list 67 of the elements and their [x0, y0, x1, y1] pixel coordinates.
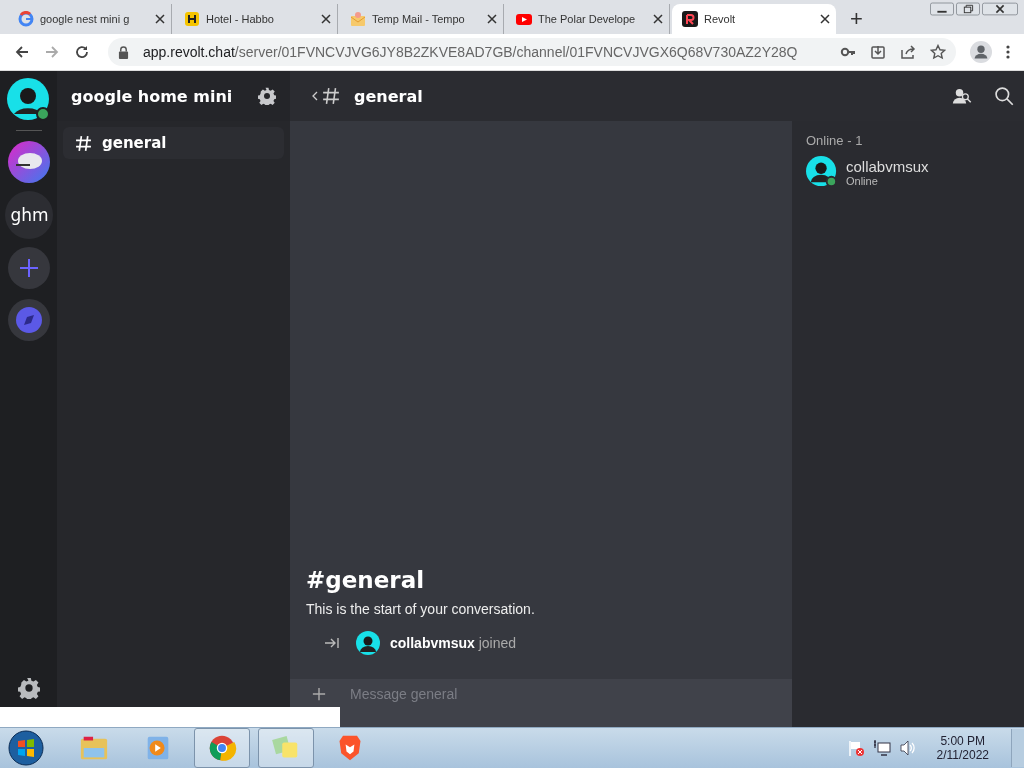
search-icon[interactable] — [994, 86, 1014, 106]
close-window-icon[interactable] — [982, 2, 1018, 16]
envelope-icon — [350, 11, 366, 27]
close-icon[interactable] — [321, 14, 331, 24]
user-avatar-icon[interactable] — [356, 631, 380, 655]
url-text: app.revolt.chat/server/01FVNCVJVG6JY8B2ZKVE8AD7GB/channel/01FVNCVJVGX6Q68V730AZ2Y28Q — [143, 44, 799, 60]
add-attachment-icon[interactable] — [312, 687, 326, 701]
new-tab-button[interactable]: + — [838, 4, 875, 34]
hash-icon — [322, 87, 340, 105]
tab-title: Revolt — [704, 13, 737, 25]
add-server-icon[interactable] — [7, 247, 50, 289]
play-logo-icon — [516, 11, 532, 27]
hash-icon — [75, 134, 92, 152]
flag-error-icon[interactable] — [846, 739, 865, 757]
start-button-icon[interactable] — [8, 730, 44, 766]
tab-title: Temp Mail - Tempo — [372, 13, 466, 25]
user-avatar-icon[interactable] — [6, 78, 51, 122]
clock-date: 2/11/2022 — [936, 748, 989, 762]
welcome-text: This is the start of your conversation. — [306, 601, 536, 617]
close-icon[interactable] — [487, 14, 497, 24]
chevron-icon[interactable] — [312, 91, 318, 101]
welcome-title: #general — [306, 567, 426, 593]
join-arrow-icon — [324, 637, 340, 649]
star-icon[interactable] — [930, 44, 946, 60]
share-icon[interactable] — [900, 44, 916, 60]
members-icon[interactable] — [952, 86, 972, 106]
settings-icon[interactable] — [258, 87, 276, 105]
reload-icon[interactable] — [74, 44, 90, 60]
chrome-icon — [207, 734, 237, 762]
tab-title: google nest mini g — [40, 13, 131, 25]
channel-item[interactable]: general — [63, 127, 284, 159]
message-input[interactable]: Message general — [348, 685, 770, 703]
lock-icon — [118, 45, 129, 59]
back-icon[interactable] — [14, 44, 30, 60]
clock-time: 5:00 PM — [940, 734, 986, 748]
address-bar[interactable]: app.revolt.chat/server/01FVNCVJVG6JY8B2ZKVE8AD7GB/channel/01FVNCVJVGX6Q68V730AZ2Y28Q — [108, 38, 956, 66]
server-icon[interactable] — [7, 141, 50, 183]
google-favicon-icon — [18, 11, 34, 27]
composer-bar[interactable]: Message general — [290, 679, 792, 727]
clock[interactable]: 5:00 PM 2/11/2022 — [936, 734, 989, 762]
user-avatar-icon[interactable] — [806, 156, 838, 188]
menu-icon[interactable] — [1006, 44, 1010, 60]
minimize-icon[interactable] — [930, 2, 954, 16]
member-name[interactable]: collabvmsux — [846, 157, 929, 175]
revolt-favicon-icon — [682, 11, 698, 27]
network-icon[interactable] — [872, 739, 891, 757]
volume-icon[interactable] — [898, 739, 917, 757]
server-button[interactable]: ghm — [4, 191, 53, 239]
channel-title: general — [354, 86, 423, 106]
folder-icon — [79, 734, 109, 762]
tab-title: The Polar Develope — [538, 13, 637, 25]
install-icon[interactable] — [870, 44, 886, 60]
restore-icon[interactable] — [956, 2, 980, 16]
server-name: google home mini — [71, 86, 233, 106]
taskbar-app[interactable] — [194, 728, 250, 768]
browser-tab[interactable]: Revolt — [672, 4, 836, 34]
tab-title: Hotel - Habbo — [206, 13, 275, 25]
close-icon[interactable] — [653, 14, 663, 24]
close-icon[interactable] — [155, 14, 165, 24]
member-status: Online — [846, 174, 879, 187]
close-icon[interactable] — [820, 14, 830, 24]
member-group-heading: Online - 1 — [806, 133, 864, 148]
habbo-favicon-icon — [184, 11, 200, 27]
join-message: collabvmsux joined — [390, 635, 517, 651]
settings-icon[interactable] — [17, 677, 40, 699]
profile-icon[interactable] — [970, 41, 992, 63]
compass-icon[interactable] — [7, 299, 50, 341]
